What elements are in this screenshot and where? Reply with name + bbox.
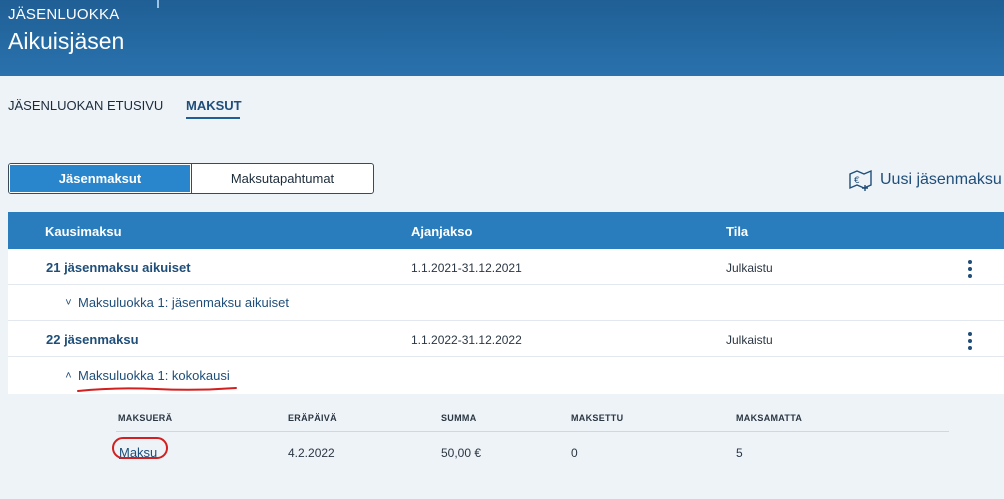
installment-unpaid: 5	[736, 446, 743, 460]
fee-category-toggle[interactable]: ˄ Maksuluokka 1: kokokausi	[64, 368, 230, 383]
installment-paid: 0	[571, 446, 578, 460]
header-divider	[157, 0, 159, 8]
fee-status: Julkaistu	[726, 333, 773, 347]
installments-divider	[116, 431, 949, 432]
active-tab-underline	[186, 117, 240, 119]
new-membership-fee-button[interactable]: € Uusi jäsenmaksu	[848, 169, 1002, 191]
fee-period: 1.1.2021-31.12.2021	[411, 261, 522, 275]
column-header-period: Ajanjakso	[411, 224, 473, 239]
list-item: ˄ Maksuluokka 1: kokokausi	[8, 357, 1004, 394]
fee-category-toggle[interactable]: ˅ Maksuluokka 1: jäsenmaksu aikuiset	[64, 295, 289, 310]
unpaid-column-header: MAKSAMATTA	[736, 413, 803, 423]
table-row: 21 jäsenmaksu aikuiset 1.1.2021-31.12.20…	[8, 249, 1004, 285]
annotation-underline	[77, 387, 237, 392]
chevron-down-icon: ˅	[65, 296, 72, 309]
new-fee-label: Uusi jäsenmaksu	[880, 171, 1002, 188]
fees-table: Kausimaksu Ajanjakso Tila 21 jäsenmaksu …	[8, 212, 1004, 499]
page-title: Aikuisjäsen	[8, 28, 125, 54]
page-header: JÄSENLUOKKA Aikuisjäsen	[0, 0, 1004, 76]
installment-due-date: 4.2.2022	[288, 446, 335, 460]
header-eyebrow: JÄSENLUOKKA	[8, 6, 120, 23]
due-date-column-header: ERÄPÄIVÄ	[288, 413, 337, 423]
tab-membership-home[interactable]: JÄSENLUOKAN ETUSIVU	[8, 98, 163, 113]
annotation-circle	[112, 437, 168, 459]
tab-payments[interactable]: MAKSUT	[186, 98, 242, 113]
sum-column-header: SUMMA	[441, 413, 477, 423]
fee-name-link[interactable]: 21 jäsenmaksu aikuiset	[46, 260, 191, 275]
installment-sum: 50,00 €	[441, 446, 482, 460]
column-header-season-fee: Kausimaksu	[45, 224, 122, 239]
toggle-membership-fees[interactable]: Jäsenmaksut	[9, 164, 191, 193]
list-item: ˅ Maksuluokka 1: jäsenmaksu aikuiset	[8, 285, 1004, 321]
row-actions-menu-icon[interactable]	[966, 332, 974, 350]
payments-view-toggle: Jäsenmaksut Maksutapahtumat	[8, 163, 374, 194]
svg-text:€: €	[854, 176, 860, 186]
column-header-status: Tila	[726, 224, 749, 239]
paid-column-header: MAKSETTU	[571, 413, 624, 423]
fee-category-label: Maksuluokka 1: jäsenmaksu aikuiset	[78, 295, 289, 310]
fee-status: Julkaistu	[726, 261, 773, 275]
table-header: Kausimaksu Ajanjakso Tila	[8, 212, 1004, 249]
installment-column-header: MAKSUERÄ	[118, 413, 173, 423]
installments-panel: MAKSUERÄ ERÄPÄIVÄ SUMMA MAKSETTU MAKSAMA…	[8, 394, 1004, 499]
row-actions-menu-icon[interactable]	[966, 260, 974, 278]
fee-name-link[interactable]: 22 jäsenmaksu	[46, 332, 139, 347]
table-row: 22 jäsenmaksu 1.1.2022-31.12.2022 Julkai…	[8, 321, 1004, 357]
toggle-payment-events[interactable]: Maksutapahtumat	[191, 164, 373, 193]
fee-period: 1.1.2022-31.12.2022	[411, 333, 522, 347]
chevron-up-icon: ˄	[65, 369, 72, 382]
new-fee-icon: €	[849, 169, 872, 191]
fee-category-label: Maksuluokka 1: kokokausi	[78, 368, 230, 383]
